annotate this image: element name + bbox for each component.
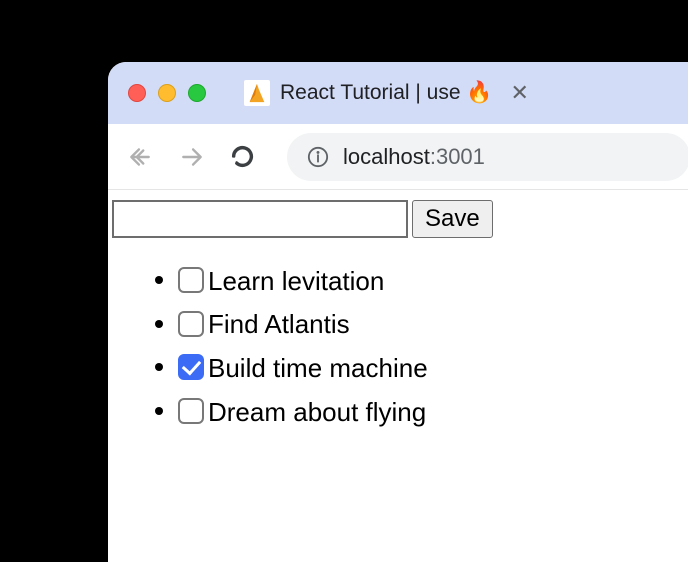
forward-button[interactable] [178,144,206,170]
todo-label: Build time machine [208,351,428,386]
browser-tab[interactable]: React Tutorial | use 🔥 ✕ [244,80,529,106]
todo-checkbox[interactable] [178,311,204,337]
close-window-button[interactable] [128,84,146,102]
back-button[interactable] [126,144,154,170]
tab-bar: React Tutorial | use 🔥 ✕ [108,62,688,124]
url-port: :3001 [430,144,485,169]
todo-label: Find Atlantis [208,307,350,342]
list-item: Build time machine [178,349,688,386]
url-text: localhost:3001 [343,144,485,170]
window-controls [128,84,206,102]
minimize-window-button[interactable] [158,84,176,102]
maximize-window-button[interactable] [188,84,206,102]
list-item: Learn levitation [178,262,688,299]
browser-window: React Tutorial | use 🔥 ✕ localhost:3001 [108,62,688,562]
todo-input[interactable] [112,200,408,238]
todo-list: Learn levitation Find Atlantis Build time … [108,238,688,430]
todo-checkbox[interactable] [178,398,204,424]
page-content: Save Learn levitation Find Atlantis Build … [108,190,688,430]
todo-label: Dream about flying [208,395,426,430]
todo-checkbox[interactable] [178,267,204,293]
favicon-icon [244,80,270,106]
tab-title: React Tutorial | use 🔥 [280,81,493,105]
todo-checkbox[interactable] [178,354,204,380]
site-info-icon[interactable] [307,146,329,168]
save-button[interactable]: Save [412,200,493,238]
browser-toolbar: localhost:3001 [108,124,688,190]
url-host: localhost [343,144,430,169]
address-bar[interactable]: localhost:3001 [287,133,688,181]
todo-form: Save [108,190,688,238]
reload-button[interactable] [230,144,255,169]
todo-label: Learn levitation [208,264,384,299]
list-item: Dream about flying [178,393,688,430]
close-tab-icon[interactable]: ✕ [511,80,529,106]
list-item: Find Atlantis [178,306,688,343]
